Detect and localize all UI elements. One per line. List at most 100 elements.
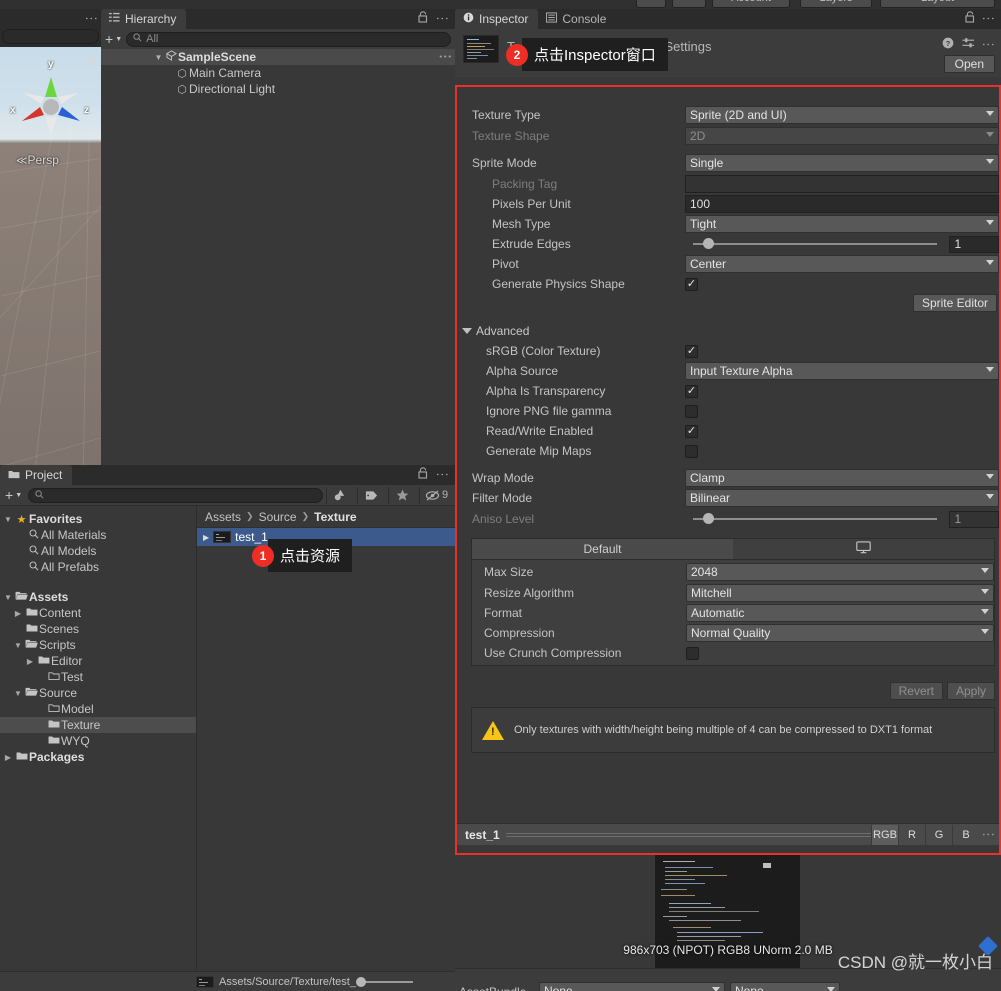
project-tree-item-content[interactable]: ▶ Content: [0, 605, 196, 621]
read-write-enabled-checkbox[interactable]: ✓: [685, 424, 698, 438]
ignore-png-gamma-checkbox[interactable]: [685, 404, 698, 418]
generate-physics-shape-checkbox[interactable]: ✓: [685, 277, 698, 291]
compression-dropdown[interactable]: Normal Quality: [686, 624, 994, 642]
chevron-down-icon[interactable]: ▼: [12, 689, 24, 698]
hierarchy-scene-menu-icon[interactable]: ⋮: [438, 50, 453, 64]
pivot-dropdown[interactable]: Center: [685, 255, 999, 273]
scene-search-input[interactable]: [2, 29, 99, 44]
hierarchy-item-directional-light[interactable]: ⬡ Directional Light: [101, 81, 455, 97]
toolbar-button-layout[interactable]: Layout: [880, 0, 995, 8]
chevron-down-icon[interactable]: ▼: [12, 641, 24, 650]
channel-button-b[interactable]: B: [952, 824, 979, 845]
assetbundle-name-dropdown[interactable]: None: [539, 982, 725, 991]
tab-default-platform[interactable]: Default: [472, 539, 733, 559]
tab-inspector[interactable]: Inspector: [455, 9, 539, 29]
scene-projection-label[interactable]: ≪Persp: [16, 153, 59, 167]
property-label: Texture Type: [472, 108, 541, 122]
project-tree-item-source[interactable]: ▼ Source: [0, 685, 196, 701]
project-search-input[interactable]: [28, 487, 323, 503]
filter-mode-dropdown[interactable]: Bilinear: [685, 489, 999, 507]
tab-console[interactable]: Console: [538, 9, 616, 29]
channel-button-g[interactable]: G: [925, 824, 952, 845]
channel-button-rgb[interactable]: RGB: [871, 824, 898, 845]
hierarchy-item-samplescene[interactable]: ▼ SampleScene ⋮: [101, 49, 455, 65]
scene-viewport[interactable]: y x z ≪Persp: [0, 47, 101, 465]
project-tree-item-assets[interactable]: ▼ Assets: [0, 589, 196, 605]
chevron-right-icon[interactable]: ▶: [12, 609, 24, 618]
revert-button[interactable]: Revert: [889, 682, 943, 700]
breadcrumb-assets[interactable]: Assets: [205, 510, 241, 524]
inspector-menu-icon[interactable]: ⋮: [981, 12, 996, 26]
project-tree-item-wyq[interactable]: WYQ: [0, 733, 196, 749]
extrude-edges-slider[interactable]: [693, 238, 938, 249]
project-menu-icon[interactable]: ⋮: [435, 468, 450, 482]
inspector-lock-icon[interactable]: [965, 11, 975, 26]
toolbar-button-cloud[interactable]: [672, 0, 706, 8]
project-add-button[interactable]: + ▼: [2, 487, 25, 503]
chevron-down-icon[interactable]: ▼: [2, 515, 14, 524]
srgb-checkbox[interactable]: ✓: [685, 344, 698, 358]
hierarchy-item-main-camera[interactable]: ⬡ Main Camera: [101, 65, 455, 81]
favorite-star-icon[interactable]: [388, 486, 416, 504]
project-tree-item-all-materials[interactable]: All Materials: [0, 527, 196, 543]
tab-project[interactable]: Project: [0, 465, 73, 485]
sprite-mode-dropdown[interactable]: Single: [685, 154, 999, 172]
tab-hierarchy[interactable]: Hierarchy: [101, 9, 187, 29]
alpha-source-dropdown[interactable]: Input Texture Alpha: [685, 362, 999, 380]
assetbundle-variant-dropdown[interactable]: None: [730, 982, 840, 991]
hierarchy-lock-icon[interactable]: [418, 11, 428, 26]
inspector-header-menu-icon[interactable]: ⋮: [981, 38, 996, 52]
mesh-type-dropdown[interactable]: Tight: [685, 215, 999, 233]
project-tree-item-all-prefabs[interactable]: All Prefabs: [0, 559, 196, 575]
extrude-edges-value[interactable]: 1: [949, 235, 999, 253]
project-tree-item-editor[interactable]: ▶ Editor: [0, 653, 196, 669]
max-size-dropdown[interactable]: 2048: [686, 563, 994, 581]
sprite-editor-button[interactable]: Sprite Editor: [912, 294, 997, 312]
assetbundle-label: AssetBundle: [459, 985, 526, 991]
texture-type-dropdown[interactable]: Sprite (2D and UI): [685, 106, 999, 124]
label-filter-icon[interactable]: [357, 486, 385, 504]
chevron-right-icon[interactable]: ▶: [24, 657, 36, 666]
open-button[interactable]: Open: [943, 55, 995, 73]
hierarchy-add-button[interactable]: + ▼: [105, 31, 122, 47]
help-icon[interactable]: ?: [942, 37, 954, 52]
chevron-right-icon[interactable]: ▶: [2, 753, 14, 762]
breadcrumb-source[interactable]: Source: [259, 510, 297, 524]
resize-algorithm-dropdown[interactable]: Mitchell: [686, 584, 994, 602]
hidden-assets-toggle[interactable]: 9: [419, 486, 453, 504]
wrap-mode-dropdown[interactable]: Clamp: [685, 469, 999, 487]
project-tree-item-scripts[interactable]: ▼ Scripts: [0, 637, 196, 653]
alpha-is-transparency-checkbox[interactable]: ✓: [685, 384, 698, 398]
preview-menu-icon[interactable]: ⋮: [981, 828, 996, 842]
use-crunch-compression-checkbox[interactable]: [686, 646, 699, 660]
pixels-per-unit-input[interactable]: 100: [685, 195, 999, 213]
apply-button[interactable]: Apply: [946, 682, 995, 700]
channel-button-r[interactable]: R: [898, 824, 925, 845]
advanced-section-header[interactable]: Advanced: [462, 321, 529, 341]
scene-orientation-gizmo[interactable]: y x z: [8, 59, 94, 149]
preset-icon[interactable]: [962, 37, 975, 52]
generate-mip-maps-checkbox[interactable]: [685, 444, 698, 458]
tab-standalone-platform[interactable]: [733, 539, 994, 559]
hierarchy-search-input[interactable]: All: [126, 31, 451, 47]
breadcrumb-texture[interactable]: Texture: [314, 510, 356, 524]
project-tree-item-all-models[interactable]: All Models: [0, 543, 196, 559]
scene-menu-icon[interactable]: ⋮: [84, 12, 99, 26]
project-tree-item-texture[interactable]: Texture: [0, 717, 196, 733]
chevron-right-icon[interactable]: ▶: [203, 533, 209, 542]
chevron-down-icon[interactable]: ▼: [153, 53, 164, 62]
project-zoom-slider[interactable]: [355, 976, 413, 987]
format-dropdown[interactable]: Automatic: [686, 604, 994, 622]
toolbar-button-layers[interactable]: Layers: [800, 0, 872, 8]
project-tree-item-scenes[interactable]: Scenes: [0, 621, 196, 637]
project-tree-item-test[interactable]: Test: [0, 669, 196, 685]
type-filter-icon[interactable]: [326, 486, 354, 504]
toolbar-button-collab[interactable]: [636, 0, 666, 8]
project-lock-icon[interactable]: [418, 467, 428, 482]
project-tree-item-favorites[interactable]: ▼ ★ Favorites: [0, 511, 196, 527]
project-tree-item-packages[interactable]: ▶ Packages: [0, 749, 196, 765]
chevron-down-icon[interactable]: ▼: [2, 593, 14, 602]
project-tree-item-model[interactable]: Model: [0, 701, 196, 717]
hierarchy-menu-icon[interactable]: ⋮: [435, 12, 450, 26]
toolbar-button-account[interactable]: Account: [712, 0, 790, 8]
